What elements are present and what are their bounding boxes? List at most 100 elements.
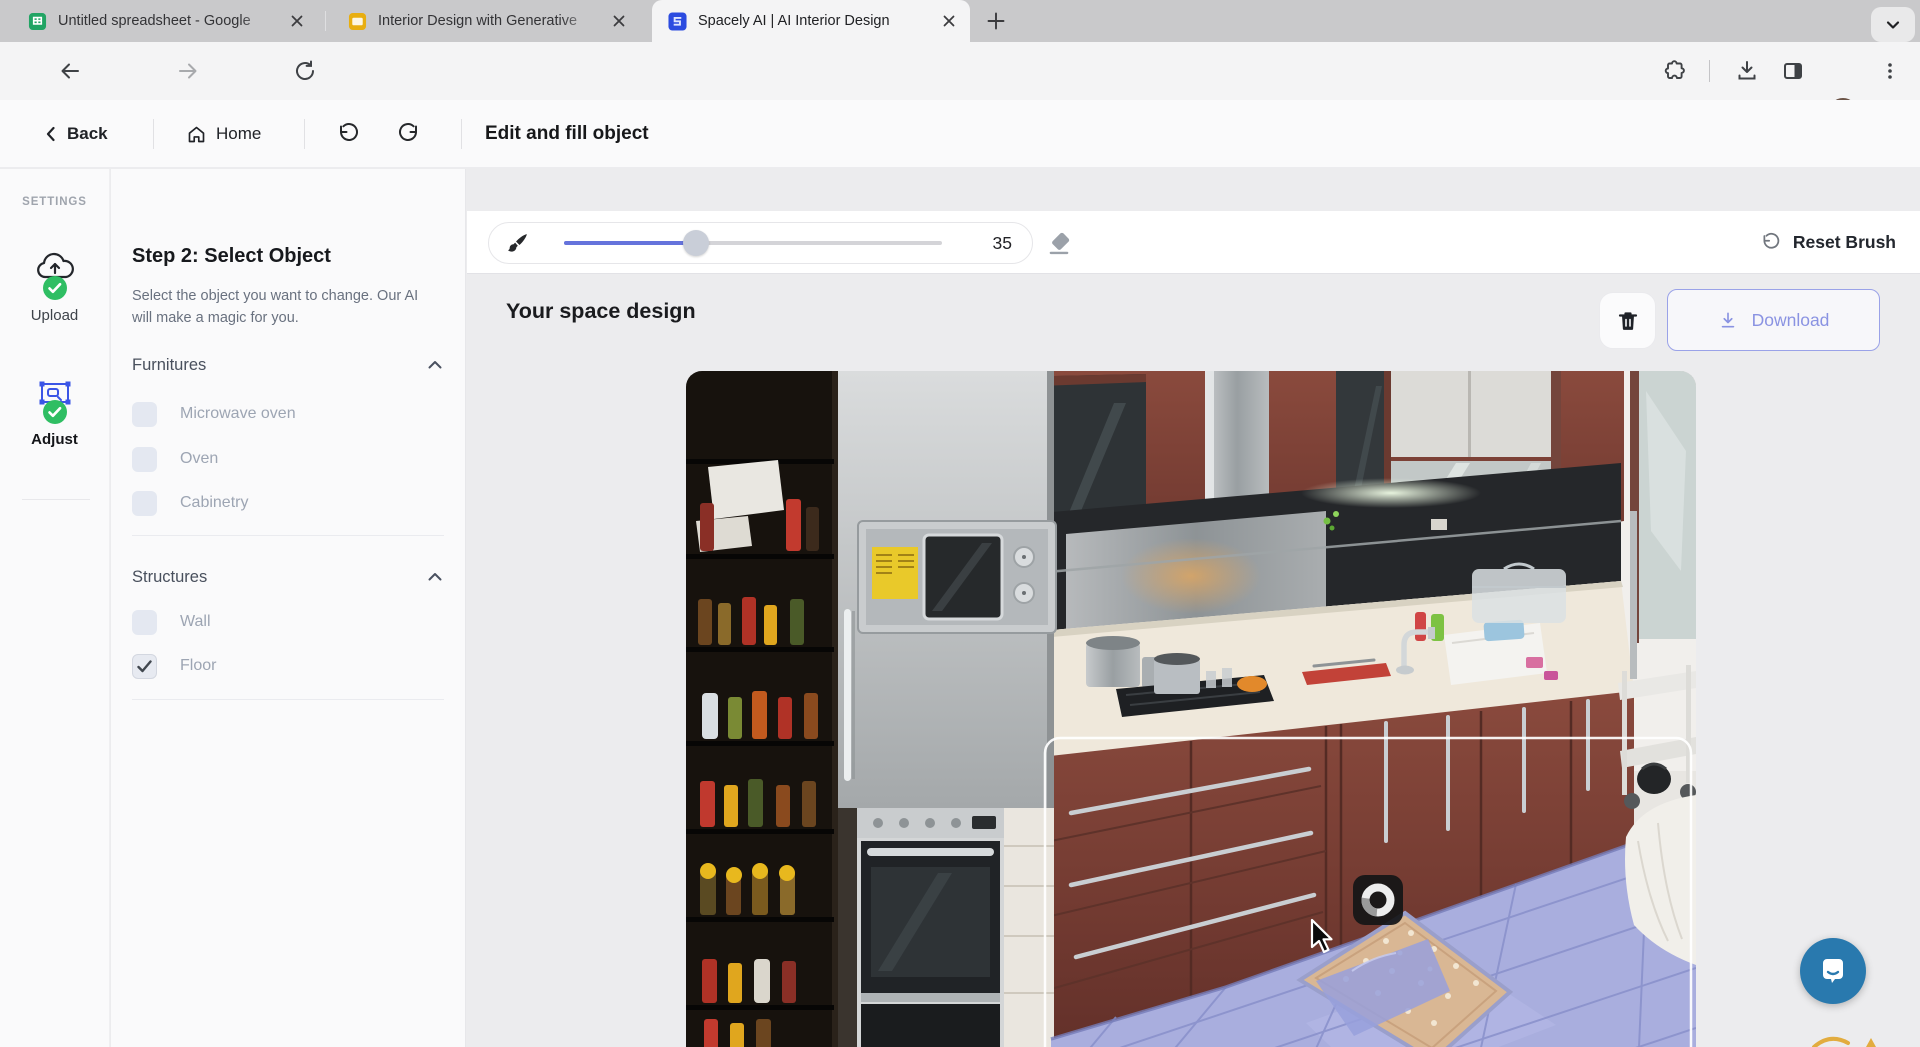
brush-size-value: 35 (993, 233, 1012, 254)
tab-google-slides[interactable]: Interior Design with Generative (338, 0, 638, 42)
brush-cursor-badge (1353, 875, 1403, 925)
tab-strip: Untitled spreadsheet - Google Interior D… (0, 0, 1920, 42)
reset-brush-label: Reset Brush (1793, 232, 1896, 253)
reset-brush-button[interactable]: Reset Brush (1760, 211, 1896, 274)
brush-size-control: 35 (488, 222, 1033, 264)
space-design-image[interactable] (686, 371, 1696, 1047)
design-canvas-area: 35 Reset Brush Your space design Downloa… (467, 169, 1920, 1047)
undo-button[interactable] (336, 100, 360, 168)
home-button[interactable]: Home (186, 100, 261, 168)
download-icon (1718, 310, 1738, 330)
section-label: Structures (132, 568, 207, 587)
trash-icon (1616, 309, 1640, 333)
checkbox-unchecked[interactable] (132, 447, 157, 472)
back-label: Back (67, 124, 108, 144)
browser-menu-kebab-icon[interactable] (1881, 59, 1899, 83)
panel-divider (132, 535, 444, 536)
section-structures[interactable]: Structures (132, 565, 444, 589)
back-button[interactable]: Back (42, 100, 108, 168)
extensions-puzzle-icon[interactable] (1663, 59, 1687, 83)
brush-size-slider[interactable] (564, 230, 942, 256)
checkbox-unchecked[interactable] (132, 491, 157, 516)
slider-thumb[interactable] (683, 230, 709, 256)
checkbox-unchecked[interactable] (132, 610, 157, 635)
checkbox-label: Microwave oven (180, 405, 296, 423)
chevron-up-icon (426, 356, 444, 374)
section-furnitures[interactable]: Furnitures (132, 353, 444, 377)
step-adjust-label: Adjust (0, 431, 109, 448)
checkbox-row-microwave-oven[interactable]: Microwave oven (132, 401, 432, 427)
google-slides-icon (348, 12, 367, 31)
panel-description: Select the object you want to change. Ou… (132, 285, 432, 329)
chevron-up-icon (426, 568, 444, 586)
checkbox-label: Wall (180, 613, 211, 631)
side-panel-icon[interactable] (1781, 59, 1805, 83)
redo-button[interactable] (397, 100, 421, 168)
downloads-icon[interactable] (1735, 59, 1759, 83)
tab-spacely-active[interactable]: Spacely AI | AI Interior Design (652, 0, 970, 42)
rail-divider (22, 499, 90, 500)
panel-title: Step 2: Select Object (132, 245, 331, 268)
kitchen-photo (686, 371, 1696, 1047)
browser-window: Untitled spreadsheet - Google Interior D… (0, 0, 1920, 1047)
header-divider (461, 119, 462, 149)
bottle-shelf (686, 371, 838, 1047)
panel-divider (132, 699, 444, 700)
delete-design-button[interactable] (1599, 292, 1656, 349)
check-circle-icon (42, 275, 68, 301)
close-tab-icon[interactable] (610, 12, 628, 30)
step-upload[interactable]: Upload (0, 251, 109, 324)
checkbox-row-floor[interactable]: Floor (132, 653, 432, 679)
design-heading: Your space design (506, 299, 696, 324)
chevron-left-icon (42, 125, 60, 143)
redo-icon (397, 122, 421, 146)
oven (857, 808, 1004, 1047)
tab-title: Untitled spreadsheet - Google (58, 13, 280, 29)
checkbox-label: Cabinetry (180, 494, 248, 512)
close-tab-icon[interactable] (940, 12, 958, 30)
reload-icon[interactable] (293, 59, 317, 83)
chat-support-button[interactable] (1800, 938, 1866, 1004)
checkbox-label: Oven (180, 450, 218, 468)
sparkle-decoration (1808, 1031, 1888, 1047)
tab-title: Spacely AI | AI Interior Design (698, 13, 932, 29)
select-object-panel: Step 2: Select Object Select the object … (111, 169, 466, 1047)
home-icon (186, 124, 207, 145)
chat-bubble-icon (1817, 955, 1849, 987)
checkbox-checked[interactable] (132, 654, 157, 679)
home-label: Home (216, 124, 261, 144)
app-header: Back Home Edit and fill object Upgrade t… (0, 100, 1920, 168)
plus-icon (985, 10, 1007, 32)
window-chevron-button[interactable] (1871, 7, 1915, 42)
check-icon (137, 660, 152, 673)
new-tab-button[interactable] (982, 7, 1010, 35)
settings-rail: SETTINGS Upload Adjust (0, 169, 110, 1047)
settings-heading: SETTINGS (0, 196, 109, 208)
toolbar-divider (1709, 60, 1710, 82)
slider-fill (564, 241, 696, 245)
undo-icon (336, 122, 360, 146)
download-button[interactable]: Download (1667, 289, 1880, 351)
spacely-logo-icon (668, 12, 687, 31)
step-adjust[interactable]: Adjust (0, 379, 109, 448)
page-title: Edit and fill object (485, 100, 649, 168)
workspace: SETTINGS Upload Adjust Step 2: Select Ob… (0, 169, 1920, 1047)
google-sheets-icon (28, 12, 47, 31)
forward-nav-icon[interactable] (176, 59, 200, 83)
close-tab-icon[interactable] (288, 12, 306, 30)
paintbrush-icon[interactable] (505, 231, 530, 256)
tab-google-sheets[interactable]: Untitled spreadsheet - Google (14, 0, 316, 42)
checkbox-label: Floor (180, 657, 216, 675)
checkbox-row-wall[interactable]: Wall (132, 609, 432, 635)
chevron-down-icon (1884, 16, 1902, 34)
checkbox-unchecked[interactable] (132, 402, 157, 427)
eraser-icon[interactable] (1045, 229, 1073, 257)
back-nav-icon[interactable] (58, 59, 82, 83)
checkbox-row-cabinetry[interactable]: Cabinetry (132, 490, 432, 516)
tab-divider (325, 11, 326, 31)
microwave (858, 521, 1056, 633)
checkbox-row-oven[interactable]: Oven (132, 446, 432, 472)
download-label: Download (1752, 310, 1830, 331)
step-upload-label: Upload (0, 307, 109, 324)
reset-icon (1760, 232, 1781, 253)
